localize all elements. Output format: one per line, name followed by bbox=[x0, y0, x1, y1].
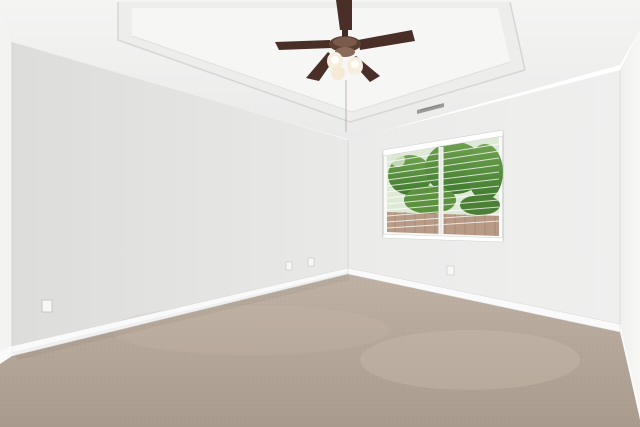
wall-outlet bbox=[446, 265, 455, 276]
window-with-blinds bbox=[382, 129, 504, 243]
room-photo bbox=[0, 0, 640, 427]
wall-outlet bbox=[307, 257, 315, 267]
wall-outlet bbox=[41, 299, 53, 313]
wall-outlet bbox=[285, 261, 293, 271]
